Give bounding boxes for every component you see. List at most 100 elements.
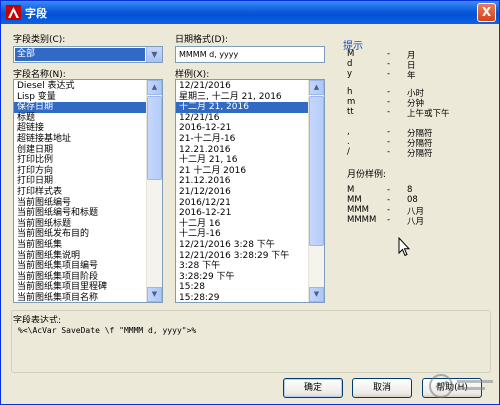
hint-key: MMM — [347, 205, 370, 215]
hint-key: M — [347, 185, 355, 195]
hint-dash: - — [387, 215, 391, 225]
scroll-thumb[interactable] — [147, 96, 162, 180]
category-label: 字段类别(C): — [13, 35, 66, 45]
scroll-down-icon[interactable]: ▼ — [309, 287, 324, 302]
hint-row: M - 8 — [347, 185, 487, 195]
list-item[interactable]: 当前图纸标题 — [14, 219, 146, 230]
hint-row: MMM - 八月 — [347, 205, 487, 217]
hint-value: 八月 — [407, 217, 425, 227]
list-item[interactable]: 当前图纸编号 — [14, 198, 146, 209]
ok-button[interactable]: 确定 — [283, 378, 343, 398]
list-item[interactable]: 3:28 下午 — [176, 261, 308, 272]
list-item[interactable]: Diesel 表达式 — [14, 81, 146, 92]
category-selected-value: 全部 — [15, 48, 145, 61]
scroll-down-icon[interactable]: ▼ — [147, 287, 162, 302]
list-item[interactable]: 2016-12-21 — [176, 123, 308, 134]
autocad-logo-icon — [6, 5, 21, 20]
mouse-cursor-icon — [398, 237, 410, 257]
hint-row: MMMM - 八月 — [347, 215, 487, 227]
list-item[interactable]: 当前图纸集项目编号 — [14, 261, 146, 272]
hint-value: 8 — [407, 185, 413, 195]
list-item[interactable]: 超链接 — [14, 123, 146, 134]
date-format-input[interactable]: MMMM d, yyyy — [175, 46, 325, 63]
hint-key: m — [347, 97, 356, 107]
list-item[interactable]: 当前图纸集项目阶段 — [14, 272, 146, 283]
hint-key: . — [347, 137, 350, 147]
hint-dash: - — [387, 137, 391, 147]
list-item[interactable]: 2016/12/21 — [176, 198, 308, 209]
list-item[interactable]: 12/21/2016 3:28:29 下午 — [176, 251, 308, 262]
list-item[interactable]: 12/21/16 — [176, 113, 308, 124]
expression-field[interactable]: %<\AcVar SaveDate \f "MMMM d, yyyy">% — [16, 323, 486, 369]
list-item[interactable]: 打印日期 — [14, 176, 146, 187]
list-item[interactable]: 15:28:29 — [176, 293, 308, 302]
cancel-button[interactable]: 取消 — [352, 378, 412, 398]
list-item[interactable]: 2016-12-21 — [176, 208, 308, 219]
list-item[interactable]: 当前图纸编号和标题 — [14, 208, 146, 219]
hint-row: m - 分钟 — [347, 97, 487, 109]
hint-dash: - — [387, 49, 391, 59]
hint-dash: - — [387, 107, 391, 117]
hint-dash: - — [387, 195, 391, 205]
list-item[interactable]: 打印比例 — [14, 155, 146, 166]
hint-row: M-月 — [347, 49, 487, 61]
list-item[interactable]: 21/12/2016 — [176, 187, 308, 198]
list-item[interactable]: 星期三, 十二月 21, 2016 — [176, 92, 308, 103]
list-item[interactable]: 当前图纸集项目名称 — [14, 293, 146, 302]
hint-row: / - 分隔符 — [347, 147, 487, 159]
list-item[interactable]: 15:28 — [176, 282, 308, 293]
hints-panel: 提示 M - 月 d - 日 y - 年 h - 小时 m - 分钟 tt - 上午或下午, - 分隔符. - 分隔符 / -… — [339, 37, 489, 303]
list-item[interactable]: 打印方向 — [14, 166, 146, 177]
list-item[interactable]: 超链接基地址 — [14, 134, 146, 145]
window-title: 字段 — [25, 7, 47, 20]
list-item[interactable]: 打印样式表 — [14, 187, 146, 198]
hint-row: d-日 — [347, 59, 487, 71]
hint-dash: - — [387, 205, 391, 215]
hint-dash: - — [387, 185, 391, 195]
list-item[interactable]: 21-十二月-16 — [176, 134, 308, 145]
chevron-down-icon[interactable]: ▼ — [146, 47, 162, 62]
hint-dash: - — [387, 87, 391, 97]
close-button[interactable]: X — [477, 3, 496, 22]
list-item[interactable]: 当前图纸集项目里程碑 — [14, 282, 146, 293]
list-item[interactable]: 3:28:29 下午 — [176, 272, 308, 283]
examples-list-scrollbar[interactable]: ▲ ▼ — [308, 80, 324, 302]
field-list-scrollbar[interactable]: ▲ ▼ — [146, 80, 162, 302]
category-dropdown[interactable]: 全部 ▼ — [13, 46, 163, 63]
hint-dash: - — [387, 127, 391, 137]
hint-dash: - — [387, 59, 391, 69]
scroll-up-icon[interactable]: ▲ — [147, 80, 162, 95]
scroll-thumb[interactable] — [309, 96, 324, 246]
date-format-label: 日期格式(D): — [175, 35, 228, 45]
list-item[interactable]: 12/21/2016 — [176, 81, 308, 92]
title-bar[interactable]: 字段 X — [1, 1, 499, 24]
list-item[interactable]: 十二月 16 — [176, 219, 308, 230]
hint-row: y-年 — [347, 69, 487, 81]
list-item[interactable]: 当前图纸集 — [14, 240, 146, 251]
list-item[interactable]: 12/21/2016 3:28 下午 — [176, 240, 308, 251]
list-item[interactable]: 标题 — [14, 113, 146, 124]
scroll-up-icon[interactable]: ▲ — [309, 80, 324, 95]
hint-row: . - 分隔符 — [347, 137, 487, 149]
hint-key: / — [347, 147, 350, 157]
hint-row: , - 分隔符 — [347, 127, 487, 139]
hint-row: MM - 08 — [347, 195, 487, 205]
list-item[interactable]: Lisp 变量 — [14, 92, 146, 103]
hint-value: 上午或下午 — [407, 109, 450, 119]
list-item[interactable]: 21 十二月 2016 — [176, 166, 308, 177]
list-item[interactable]: 当前图纸集说明 — [14, 251, 146, 262]
hint-key: MM — [347, 195, 362, 205]
list-item[interactable]: 12.21.2016 — [176, 145, 308, 156]
list-item[interactable]: 21.12.2016 — [176, 176, 308, 187]
hint-key: d — [347, 59, 353, 69]
list-item[interactable]: 十二月 21, 16 — [176, 155, 308, 166]
list-item[interactable]: 当前图纸发布目的 — [14, 229, 146, 240]
month-examples-title: 月份样例: — [347, 170, 387, 180]
list-item[interactable]: 创建日期 — [14, 145, 146, 156]
list-item[interactable]: 十二月 21, 2016 — [176, 102, 308, 113]
examples-list[interactable]: 12/21/2016 星期三, 十二月 21, 2016 十二月 21, 2016 1… — [175, 79, 325, 303]
hint-key: tt — [347, 107, 354, 117]
field-names-list[interactable]: Diesel 表达式 Lisp 变量 保存日期 标题 超链接 超链接基地址 创建日期 打印比例… — [13, 79, 163, 303]
list-item[interactable]: 十二月-16 — [176, 229, 308, 240]
list-item[interactable]: 保存日期 — [14, 102, 146, 113]
